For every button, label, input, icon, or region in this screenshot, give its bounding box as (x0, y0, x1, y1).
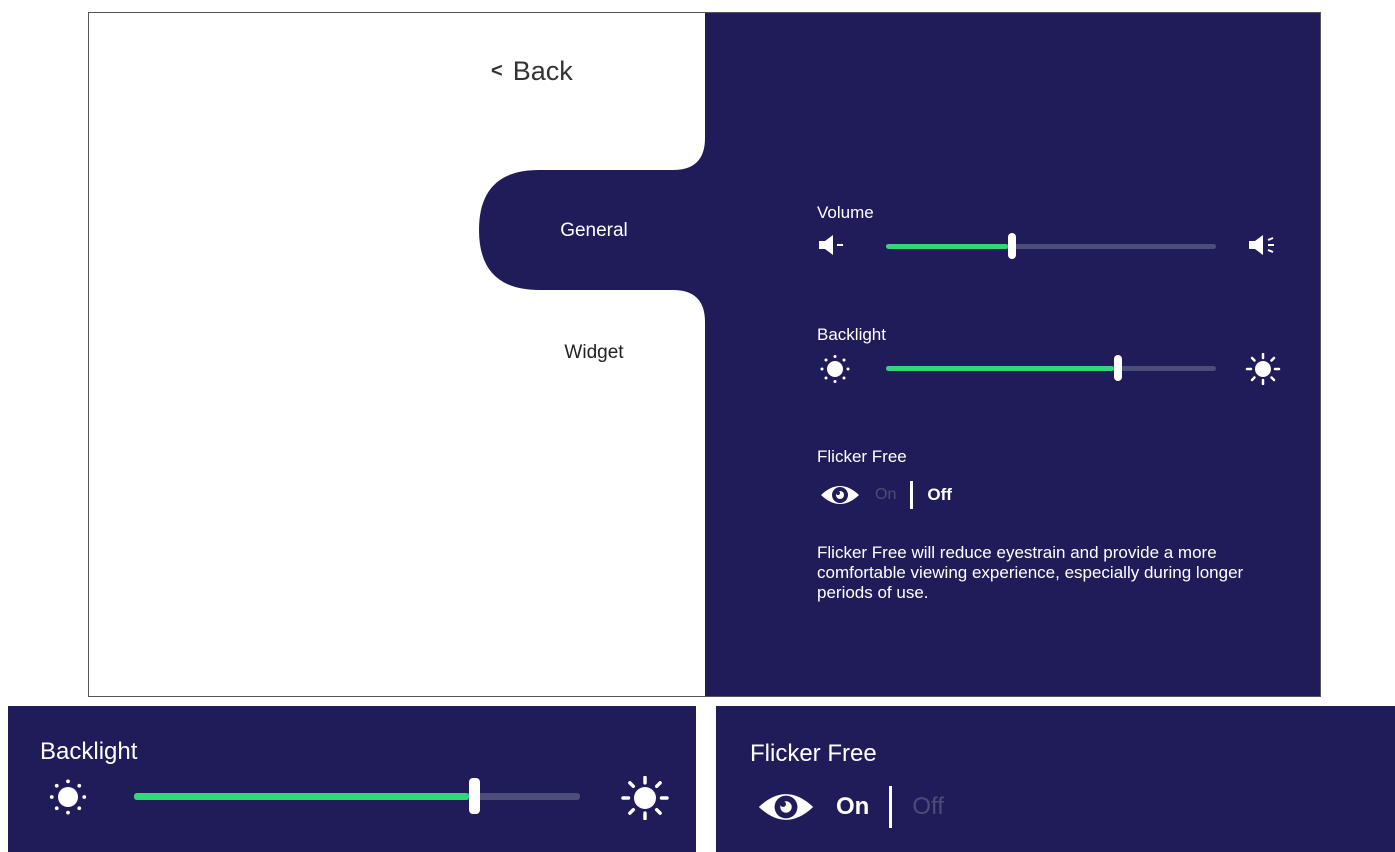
backlight-fill (886, 366, 1114, 371)
zoom-eye-icon (758, 794, 814, 820)
zoom-flicker-on-option[interactable]: On (836, 793, 869, 821)
flicker-off-option[interactable]: Off (927, 485, 952, 505)
flicker-on-option[interactable]: On (875, 486, 896, 504)
tab-widget[interactable]: Widget (509, 342, 679, 364)
backlight-label: Backlight (817, 325, 886, 344)
toggle-separator (910, 481, 914, 509)
flicker-free-label: Flicker Free (817, 447, 907, 466)
volume-up-icon[interactable] (1247, 233, 1283, 257)
tab-general[interactable]: General (509, 220, 679, 242)
backlight-thumb[interactable] (1114, 355, 1122, 381)
settings-window: < Back General Widget Volume Backlight F… (88, 12, 1321, 697)
zoom-flicker-panel: Flicker Free On Off (716, 706, 1395, 852)
zoom-brightness-high-icon[interactable] (620, 776, 670, 820)
volume-label: Volume (817, 203, 874, 222)
back-button[interactable]: < Back (491, 56, 573, 87)
zoom-toggle-separator (889, 786, 893, 828)
zoom-backlight-fill (134, 793, 469, 800)
back-label: Back (512, 56, 573, 86)
volume-fill (886, 244, 1008, 249)
chevron-left-icon: < (491, 60, 503, 82)
volume-thumb[interactable] (1008, 233, 1016, 259)
flicker-free-toggle: On Off (819, 481, 952, 509)
zoom-flicker-label: Flicker Free (750, 740, 877, 767)
eye-icon (821, 486, 859, 504)
zoom-divider (696, 706, 716, 852)
brightness-high-icon[interactable] (1245, 353, 1281, 385)
zoom-brightness-low-icon[interactable] (48, 778, 88, 816)
brightness-low-icon[interactable] (819, 355, 851, 383)
zoom-backlight-thumb[interactable] (469, 778, 480, 814)
volume-down-icon[interactable] (817, 233, 849, 257)
zoom-flicker-off-option[interactable]: Off (912, 793, 944, 821)
flicker-free-description: Flicker Free will reduce eyestrain and p… (817, 543, 1244, 602)
zoom-flicker-toggle: On Off (756, 786, 944, 828)
zoom-backlight-panel: Backlight (8, 706, 696, 852)
zoom-backlight-label: Backlight (40, 738, 138, 765)
